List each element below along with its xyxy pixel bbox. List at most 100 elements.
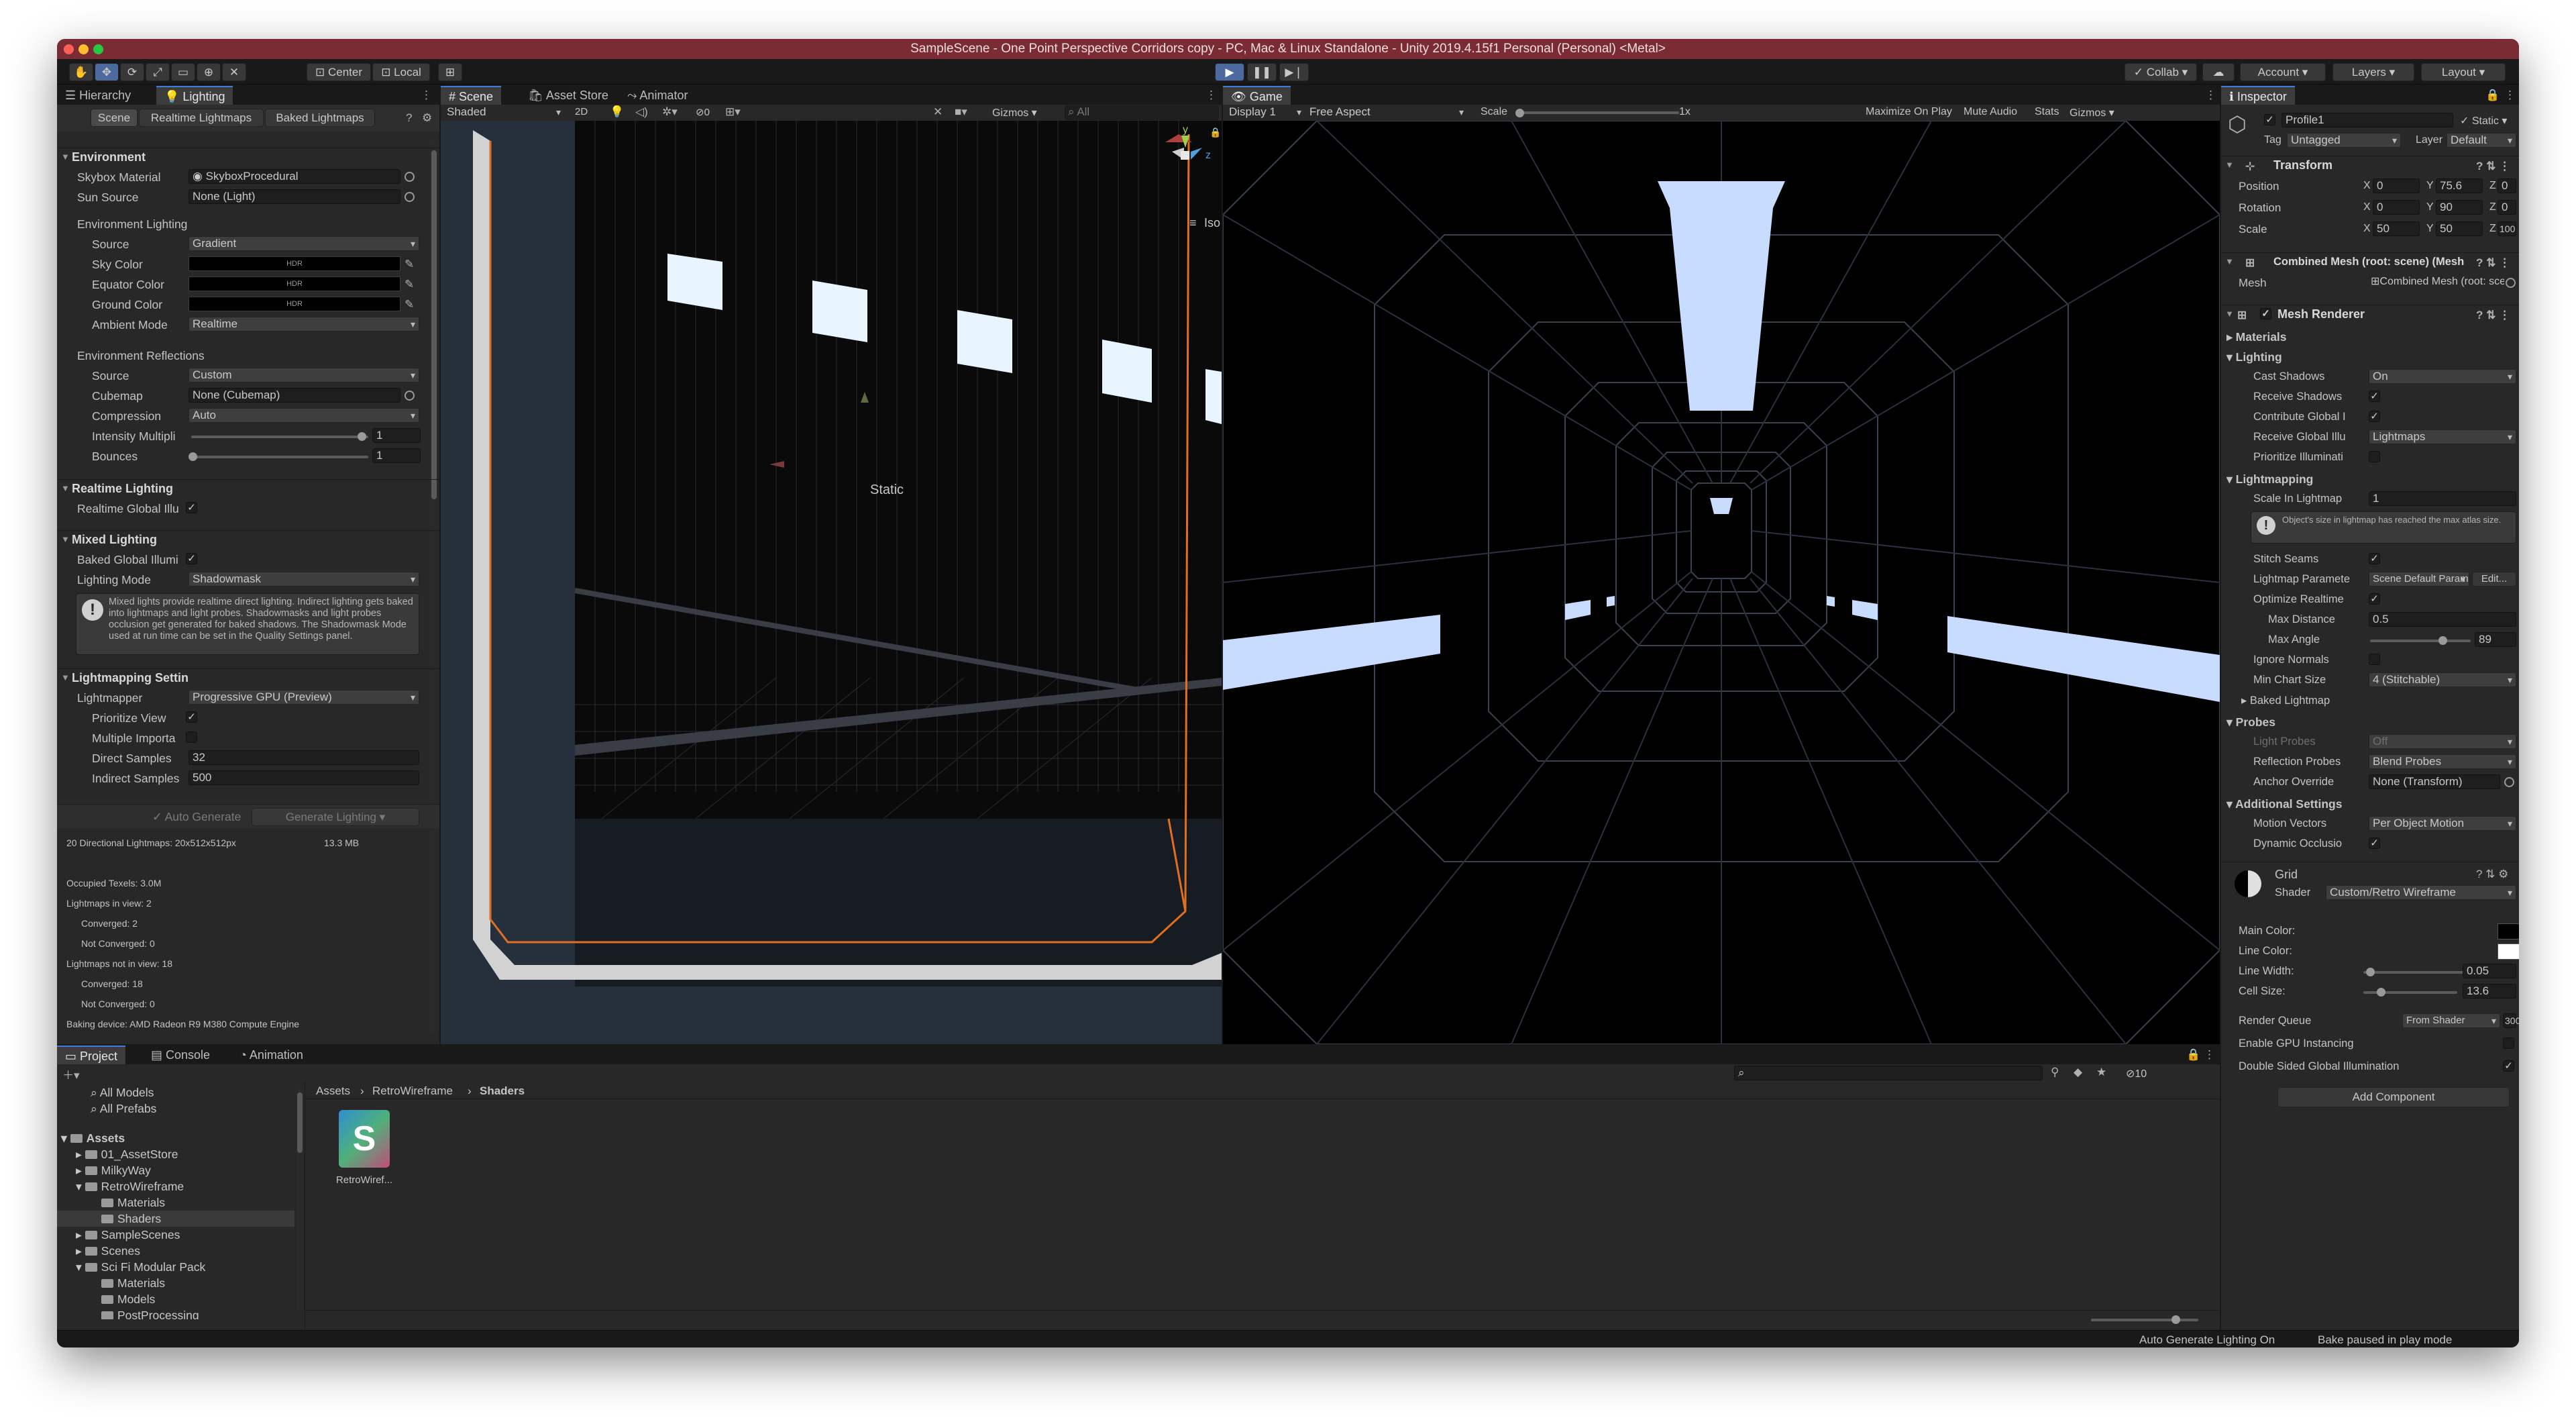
line-color-swatch[interactable] — [2498, 944, 2519, 960]
object-picker-icon[interactable] — [2504, 777, 2514, 787]
light-probes-dropdown[interactable]: Off — [2369, 734, 2516, 749]
subtab-baked-lightmaps[interactable]: Baked Lightmaps — [265, 109, 375, 127]
tab-animator[interactable]: ⤳ Animator — [619, 86, 696, 105]
project-search-input[interactable]: ⌕ — [1734, 1066, 2043, 1080]
asset-shader-item[interactable]: S RetroWiref... — [329, 1110, 399, 1190]
scene-search-input[interactable]: ⌕ All — [1065, 105, 1219, 120]
prioritize-view-checkbox[interactable]: ✓ — [186, 711, 197, 723]
rect-tool-icon[interactable]: ▭ — [171, 63, 195, 81]
sun-source-field[interactable]: None (Light) — [189, 189, 400, 204]
tree-scrollbar[interactable] — [297, 1088, 303, 1310]
active-checkbox[interactable]: ✓ — [2264, 114, 2275, 125]
contribute-gi-checkbox[interactable]: ✓ — [2369, 411, 2380, 422]
mixed-lighting-header[interactable]: ▼ Mixed Lighting — [57, 530, 439, 548]
anchor-override-field[interactable]: None (Transform) — [2369, 774, 2500, 789]
step-button[interactable]: ▶❘ — [1279, 63, 1309, 81]
close-window-button[interactable] — [64, 44, 74, 54]
max-angle-field[interactable]: 89 — [2475, 632, 2516, 647]
scale-in-lightmap-field[interactable]: 1 — [2369, 491, 2516, 506]
tree-folder-milkyway[interactable]: ▸ MilkyWay — [76, 1164, 151, 1178]
panel-menu-icon[interactable]: ⋮ — [2205, 89, 2216, 102]
position-y-field[interactable]: 75.6 — [2436, 179, 2483, 193]
create-plus-icon[interactable]: ＋▾ — [62, 1066, 80, 1082]
component-menu-icon[interactable]: ? ⇅ ⋮ — [2476, 307, 2510, 324]
render-queue-field[interactable]: 3000 — [2503, 1013, 2519, 1028]
cell-size-field[interactable]: 13.6 — [2463, 984, 2516, 999]
game-gizmos-dropdown[interactable]: Gizmos ▾ — [2070, 106, 2114, 119]
scale-x-field[interactable]: 50 — [2373, 221, 2420, 236]
tab-project[interactable]: ▭ Project — [57, 1046, 126, 1064]
favorite-all-prefabs[interactable]: ⌕ All Prefabs — [91, 1102, 156, 1116]
max-angle-slider[interactable] — [2370, 640, 2471, 642]
lightmapping-settings-header[interactable]: ▼ Lightmapping Settin — [57, 668, 439, 686]
rotation-z-field[interactable]: 0 — [2498, 200, 2516, 215]
scrollbar-thumb[interactable] — [431, 150, 437, 499]
tree-folder-assets[interactable]: ▾ Assets — [61, 1131, 125, 1146]
lock-icon[interactable]: 🔒 — [2485, 89, 2500, 102]
filter-type-icon[interactable]: ⚲ — [2051, 1066, 2059, 1079]
layers-dropdown[interactable]: Layers ▾ — [2332, 63, 2414, 81]
scale-y-field[interactable]: 50 — [2436, 221, 2483, 236]
bounces-field[interactable]: 1 — [372, 448, 421, 463]
lock-icon[interactable]: 🔒 — [2186, 1048, 2200, 1062]
baked-gi-checkbox[interactable]: ✓ — [186, 553, 197, 564]
line-width-field[interactable]: 0.05 — [2463, 964, 2516, 978]
play-button[interactable]: ▶ — [1215, 63, 1244, 81]
lighting-foldout[interactable]: ▾ Lighting — [2226, 350, 2282, 364]
pause-button[interactable]: ❚❚ — [1247, 63, 1277, 81]
tree-folder-postprocessing[interactable]: PostProcessing — [101, 1309, 199, 1319]
intensity-slider[interactable] — [191, 436, 368, 438]
object-picker-icon[interactable] — [405, 391, 415, 401]
object-picker-icon[interactable] — [405, 172, 415, 182]
panel-menu-icon[interactable]: ⋮ — [2204, 1048, 2215, 1062]
tree-scrollbar-thumb[interactable] — [297, 1092, 303, 1153]
rotation-x-field[interactable]: 0 — [2373, 200, 2420, 215]
component-menu-icon[interactable]: ? ⇅ ⋮ — [2476, 158, 2510, 175]
component-menu-icon[interactable]: ? ⇅ ⚙ — [2476, 868, 2508, 881]
game-scale-knob[interactable] — [1515, 109, 1524, 117]
materials-foldout[interactable]: ▸ Materials — [2226, 330, 2287, 344]
bounces-slider-knob[interactable] — [189, 452, 197, 461]
object-picker-icon[interactable] — [405, 192, 415, 202]
realtime-gi-checkbox[interactable]: ✓ — [186, 502, 197, 513]
grid-toggle-icon[interactable]: ⊞▾ — [725, 105, 741, 119]
help-icon[interactable]: ? — [406, 111, 412, 125]
ground-color-swatch[interactable]: HDR — [189, 297, 400, 311]
tab-inspector[interactable]: ℹ Inspector — [2221, 86, 2295, 105]
ignore-normals-checkbox[interactable] — [2369, 654, 2380, 665]
cell-size-knob[interactable] — [2377, 988, 2385, 997]
tab-asset-store[interactable]: 🛍 Asset Store — [520, 86, 616, 105]
indirect-samples-field[interactable]: 500 — [189, 770, 419, 785]
transform-header[interactable]: ▼ ⊹ Transform ? ⇅ ⋮ — [2221, 156, 2519, 173]
game-viewport[interactable] — [1223, 121, 2220, 1044]
tree-folder-scenes[interactable]: ▸ Scenes — [76, 1244, 140, 1258]
panel-menu-icon[interactable]: ⋮ — [421, 89, 432, 102]
breadcrumb-assets[interactable]: Assets — [316, 1084, 350, 1098]
add-component-button[interactable]: Add Component — [2277, 1087, 2510, 1107]
mesh-renderer-enabled-checkbox[interactable]: ✓ — [2260, 308, 2271, 319]
thumbnail-size-knob[interactable] — [2171, 1315, 2180, 1324]
tab-lighting[interactable]: 💡 Lighting — [156, 86, 233, 105]
tree-folder-shaders[interactable]: Shaders — [101, 1212, 161, 1226]
audio-toggle-icon[interactable]: ◁) — [635, 105, 648, 119]
scale-tool-icon[interactable]: ⤢ — [146, 63, 170, 81]
generate-lighting-button[interactable]: Generate Lighting ▾ — [252, 808, 419, 826]
main-color-swatch[interactable] — [2498, 923, 2519, 939]
prioritize-illumination-checkbox[interactable] — [2369, 451, 2380, 462]
tree-folder-materials[interactable]: Materials — [101, 1196, 165, 1210]
filter-label-icon[interactable]: ◆ — [2074, 1066, 2082, 1079]
tab-console[interactable]: ▤ Console — [143, 1046, 218, 1064]
eyedropper-icon[interactable]: ✎ — [405, 278, 414, 291]
tab-animation[interactable]: ◔ Animation — [231, 1046, 311, 1064]
max-distance-field[interactable]: 0.5 — [2369, 612, 2516, 627]
thumbnail-size-slider[interactable] — [2091, 1319, 2198, 1321]
object-name-field[interactable]: Profile1 — [2282, 113, 2453, 128]
tools-icon[interactable]: ✕ — [933, 105, 943, 119]
transform-tool-icon[interactable]: ⊕ — [197, 63, 221, 81]
custom-tool-icon[interactable]: ✕ — [222, 63, 246, 81]
panel-menu-icon[interactable]: ⋮ — [2504, 89, 2516, 102]
shader-dropdown[interactable]: Custom/Retro Wireframe — [2326, 885, 2516, 900]
subtab-realtime-lightmaps[interactable]: Realtime Lightmaps — [139, 109, 264, 127]
bounces-slider[interactable] — [191, 456, 368, 458]
maximize-on-play-toggle[interactable]: Maximize On Play — [1866, 106, 1952, 118]
